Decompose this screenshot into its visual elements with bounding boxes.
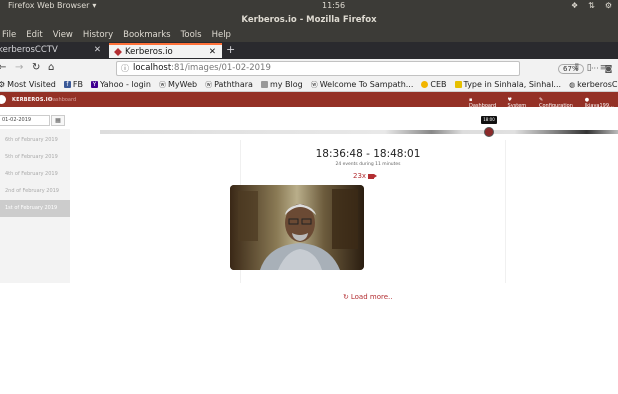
day-item[interactable]: 4th of February 2019 — [0, 166, 70, 183]
bookmark-label: kerberosCCTV — [577, 80, 618, 89]
app-menu[interactable]: Firefox Web Browser ▾ — [8, 1, 96, 10]
calendar-icon[interactable]: ▦ — [51, 115, 65, 126]
kerberos-favicon-icon — [114, 48, 122, 56]
bookmark-label: Welcome To Sampath... — [319, 80, 414, 89]
bookmark-my-blog[interactable]: my Blog — [260, 80, 303, 89]
bookmark-paththara[interactable]: ⓦ Paththara — [205, 80, 253, 90]
system-tray: ❖ ⇅ ⚙ — [571, 1, 612, 10]
forward-arrow-icon[interactable]: → — [15, 62, 23, 73]
video-camera-icon — [368, 173, 378, 179]
bookmark-most-visited[interactable]: ⚙ Most Visited — [0, 80, 56, 89]
web-icon: ⓦ — [310, 80, 318, 89]
day-item[interactable]: 5th of February 2019 — [0, 149, 70, 166]
bookmark-fb[interactable]: f FB — [63, 80, 83, 89]
thumbnail-image — [230, 185, 364, 270]
days-sidebar: 6th of February 2019 5th of February 201… — [0, 129, 70, 283]
bookmark-label: Yahoo - login — [99, 80, 151, 89]
menu-history[interactable]: History — [78, 28, 118, 42]
app-header: KERBEROS.IO Dashboard ▪ Dashboard ♥ Syst… — [0, 92, 618, 109]
helakuru-icon — [454, 81, 462, 88]
globe-icon: ◍ — [569, 80, 576, 89]
menu-edit[interactable]: Edit — [21, 28, 47, 42]
timeline-tooltip: 18:00 — [481, 116, 497, 124]
kerberos-logo-icon — [0, 95, 6, 104]
tab-kerberos-io[interactable]: Kerberos.io ✕ — [109, 43, 222, 58]
event-time-range: 18:36:48 - 18:48:01 — [315, 148, 421, 160]
app-name: Firefox Web Browser — [8, 1, 90, 10]
back-arrow-icon[interactable]: ← — [0, 62, 6, 73]
home-icon[interactable]: ⌂ — [48, 62, 54, 73]
menu-tools[interactable]: Tools — [176, 28, 207, 42]
yahoo-icon: Y — [90, 81, 98, 88]
bookmark-label: CEB — [430, 80, 447, 89]
toolbar-right: ⫴ ▯ ≡ — [575, 63, 607, 73]
bookmark-myweb[interactable]: ⓦ MyWeb — [159, 80, 197, 90]
bookmark-ceb[interactable]: CEB — [421, 80, 447, 89]
load-more-button[interactable]: ↻ Load more.. — [343, 293, 392, 301]
tab-label: Kerberos.io — [125, 47, 173, 57]
info-icon[interactable]: ⓘ — [121, 62, 129, 75]
dropbox-icon[interactable]: ❖ — [571, 1, 578, 10]
bookmark-kerberoscctv[interactable]: ◍kerberosCCTV — [569, 80, 618, 89]
event-summary: 24 events during 11 minutes — [335, 162, 401, 167]
brand-name[interactable]: KERBEROS.IO — [12, 97, 52, 103]
event-count-label: 23x — [353, 172, 367, 180]
close-icon[interactable]: ✕ — [209, 45, 216, 60]
bookmark-yahoo[interactable]: Y Yahoo - login — [90, 80, 151, 89]
bookmark-label: FB — [72, 80, 83, 89]
window-title: Kerberos.io - Mozilla Firefox — [0, 13, 618, 28]
day-item[interactable]: 2nd of February 2019 — [0, 183, 70, 200]
gear-icon: ⚙ — [0, 80, 6, 89]
bookmark-label: my Blog — [269, 80, 303, 89]
reload-icon[interactable]: ↻ — [32, 62, 40, 73]
event-video-count[interactable]: 23x — [353, 172, 378, 180]
tab-bar: kerberosCCTV ✕ Kerberos.io ✕ + — [0, 42, 618, 59]
menu-help[interactable]: Help — [207, 28, 236, 42]
url-path: :81/images/01-02-2019 — [171, 63, 271, 73]
menu-bookmarks[interactable]: Bookmarks — [118, 28, 176, 42]
web-icon: ⓦ — [158, 80, 166, 89]
tab-kerberoscctv[interactable]: kerberosCCTV ✕ — [0, 43, 107, 58]
event-thumbnail[interactable] — [230, 185, 364, 270]
os-top-bar: Firefox Web Browser ▾ 11:56 ❖ ⇅ ⚙ — [0, 0, 618, 13]
bookmark-sinhala[interactable]: Type in Sinhala, Sinhal... — [454, 80, 562, 89]
day-item-active[interactable]: 1st of February 2019 — [0, 200, 70, 217]
bookmark-label: Type in Sinhala, Sinhal... — [463, 80, 562, 89]
menu-file[interactable]: File — [0, 28, 21, 42]
bookmark-label: Most Visited — [7, 80, 56, 89]
clock: 11:56 — [322, 1, 346, 10]
url-host: localhost — [133, 63, 172, 73]
library-icon[interactable]: ⫴ — [575, 63, 579, 73]
web-icon: ⓦ — [205, 80, 213, 89]
menu-bar: File Edit View History Bookmarks Tools H… — [0, 28, 618, 42]
navigation-bar: ← → ↻ ⌂ ⓘ localhost:81/images/01-02-2019… — [0, 59, 618, 78]
network-icon[interactable]: ⇅ — [588, 1, 595, 10]
sidebar-icon[interactable]: ▯ — [587, 63, 592, 73]
refresh-icon: ↻ — [343, 293, 349, 301]
blog-icon — [260, 81, 268, 88]
close-icon[interactable]: ✕ — [94, 43, 101, 58]
bookmarks-bar: ⚙ Most Visited f FB Y Yahoo - login ⓦ MyWeb … — [0, 78, 618, 92]
new-tab-plus-icon[interactable]: + — [226, 43, 235, 56]
url-bar[interactable]: ⓘ localhost:81/images/01-02-2019 67% ···… — [116, 61, 612, 76]
hamburger-menu-icon[interactable]: ≡ — [600, 63, 608, 73]
bookmark-label: MyWeb — [167, 80, 198, 89]
menu-view[interactable]: View — [48, 28, 78, 42]
bookmark-label: Paththara — [214, 80, 253, 89]
ceb-icon — [421, 81, 429, 88]
settings-icon[interactable]: ⚙ — [605, 1, 612, 10]
date-input[interactable]: 01-02-2019 — [0, 115, 50, 126]
timeline-slider-handle[interactable] — [484, 127, 494, 137]
brand-subtitle: Dashboard — [49, 97, 77, 103]
tab-label: kerberosCCTV — [0, 45, 58, 55]
facebook-icon: f — [63, 81, 71, 88]
day-item[interactable]: 6th of February 2019 — [0, 132, 70, 149]
bookmark-sampath[interactable]: ⓦ Welcome To Sampath... — [311, 80, 414, 90]
timeline-track[interactable] — [100, 130, 618, 134]
load-more-label: Load more.. — [350, 293, 393, 301]
chevron-down-icon: ▾ — [92, 1, 97, 10]
